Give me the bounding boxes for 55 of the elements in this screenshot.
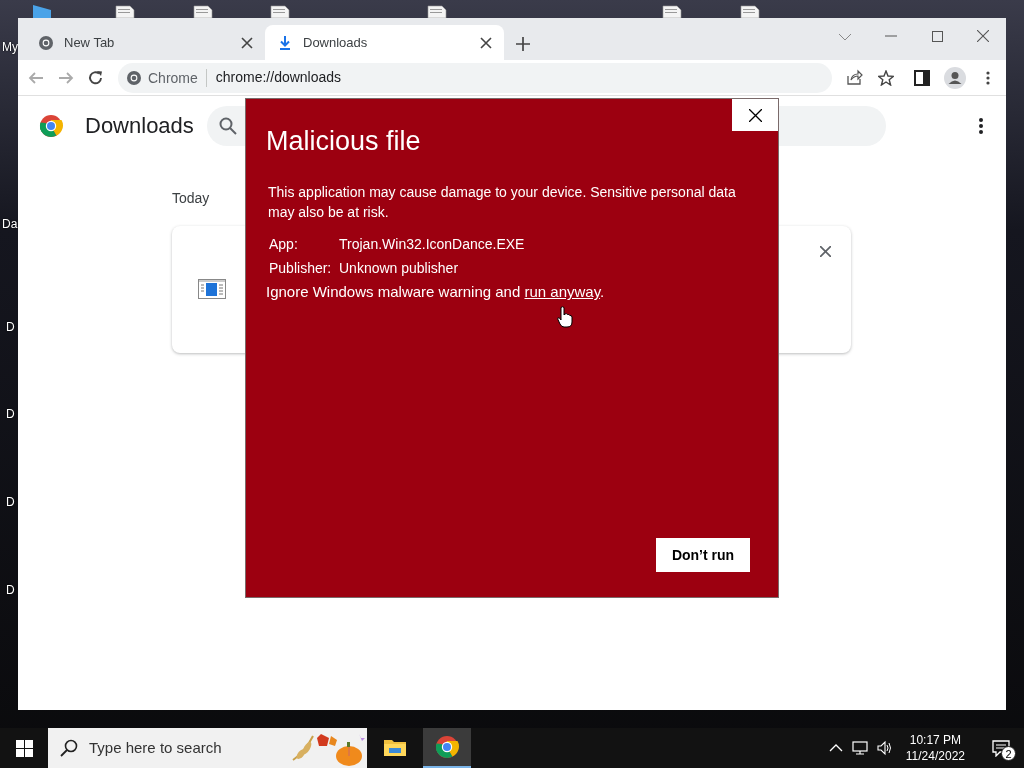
windows-logo-icon[interactable] — [15, 739, 33, 757]
notification-icon[interactable] — [992, 739, 1010, 757]
run-anyway-link[interactable]: run anyway — [524, 283, 601, 301]
detail-value: Unknown publisher — [339, 259, 459, 279]
detail-label: App: — [269, 235, 299, 255]
warning-text: Ignore Windows malware warning and run anyway. — [266, 282, 605, 303]
site-chip: Chrome — [142, 68, 207, 87]
network-icon[interactable] — [851, 740, 868, 756]
maximize-icon[interactable] — [931, 30, 943, 42]
detail-label: Publisher: — [269, 259, 333, 279]
search-icon — [60, 739, 78, 757]
desktop-icon-label[interactable]: Da — [2, 217, 18, 232]
profile-icon[interactable] — [944, 66, 966, 89]
url-text[interactable]: chrome://downloads — [206, 67, 342, 88]
date-heading: Today — [172, 189, 210, 208]
chevron-down-icon[interactable] — [838, 31, 852, 41]
close-icon[interactable] — [820, 246, 831, 257]
file-icon — [198, 279, 226, 299]
new-tab-button[interactable] — [516, 37, 530, 51]
page-title: Downloads — [85, 112, 194, 140]
chrome-icon — [38, 34, 54, 51]
clock[interactable]: 10:17 PM 11/24/2022 — [901, 732, 969, 764]
dont-run-button[interactable]: Don’t run — [656, 538, 750, 572]
desktop-icon-label[interactable]: D — [6, 495, 15, 510]
dialog-title: Malicious file — [266, 125, 422, 158]
download-icon — [277, 34, 293, 51]
menu-icon[interactable] — [978, 117, 984, 135]
browser-tab[interactable]: Downloads — [265, 25, 504, 60]
close-icon[interactable] — [977, 30, 989, 42]
chrome-logo-icon — [39, 114, 63, 138]
reload-icon[interactable] — [88, 69, 104, 86]
chrome-icon[interactable] — [435, 735, 459, 759]
browser-tab[interactable]: New Tab — [26, 25, 265, 60]
chevron-up-icon[interactable] — [828, 742, 843, 754]
address-bar[interactable]: Chrome chrome://downloads — [118, 62, 832, 93]
desktop-icon-label[interactable]: D — [6, 583, 15, 598]
search-icon — [218, 117, 237, 135]
chrome-icon — [126, 69, 142, 86]
volume-icon[interactable] — [876, 740, 893, 756]
close-icon[interactable] — [480, 36, 492, 49]
share-icon[interactable] — [846, 68, 864, 87]
desktop-icon-label[interactable]: D — [6, 407, 15, 422]
desktop-icon-label[interactable]: My — [2, 40, 18, 55]
warning-message: This application may cause damage to your device. Sensitive personal data may also be at risk. — [268, 183, 737, 223]
side-panel-icon[interactable] — [914, 69, 930, 86]
search-placeholder: Type here to search — [89, 737, 223, 758]
star-icon[interactable] — [878, 69, 894, 86]
plus-icon — [516, 37, 530, 51]
taskbar-search-field[interactable]: Type here to search — [48, 728, 367, 768]
close-icon[interactable] — [241, 36, 253, 49]
close-button[interactable] — [732, 99, 778, 131]
close-icon — [748, 108, 762, 122]
hand-cursor-icon — [557, 306, 573, 328]
detail-value: Trojan.Win32.IconDance.EXE — [339, 235, 525, 255]
desktop-icon-label[interactable]: D — [6, 320, 15, 335]
